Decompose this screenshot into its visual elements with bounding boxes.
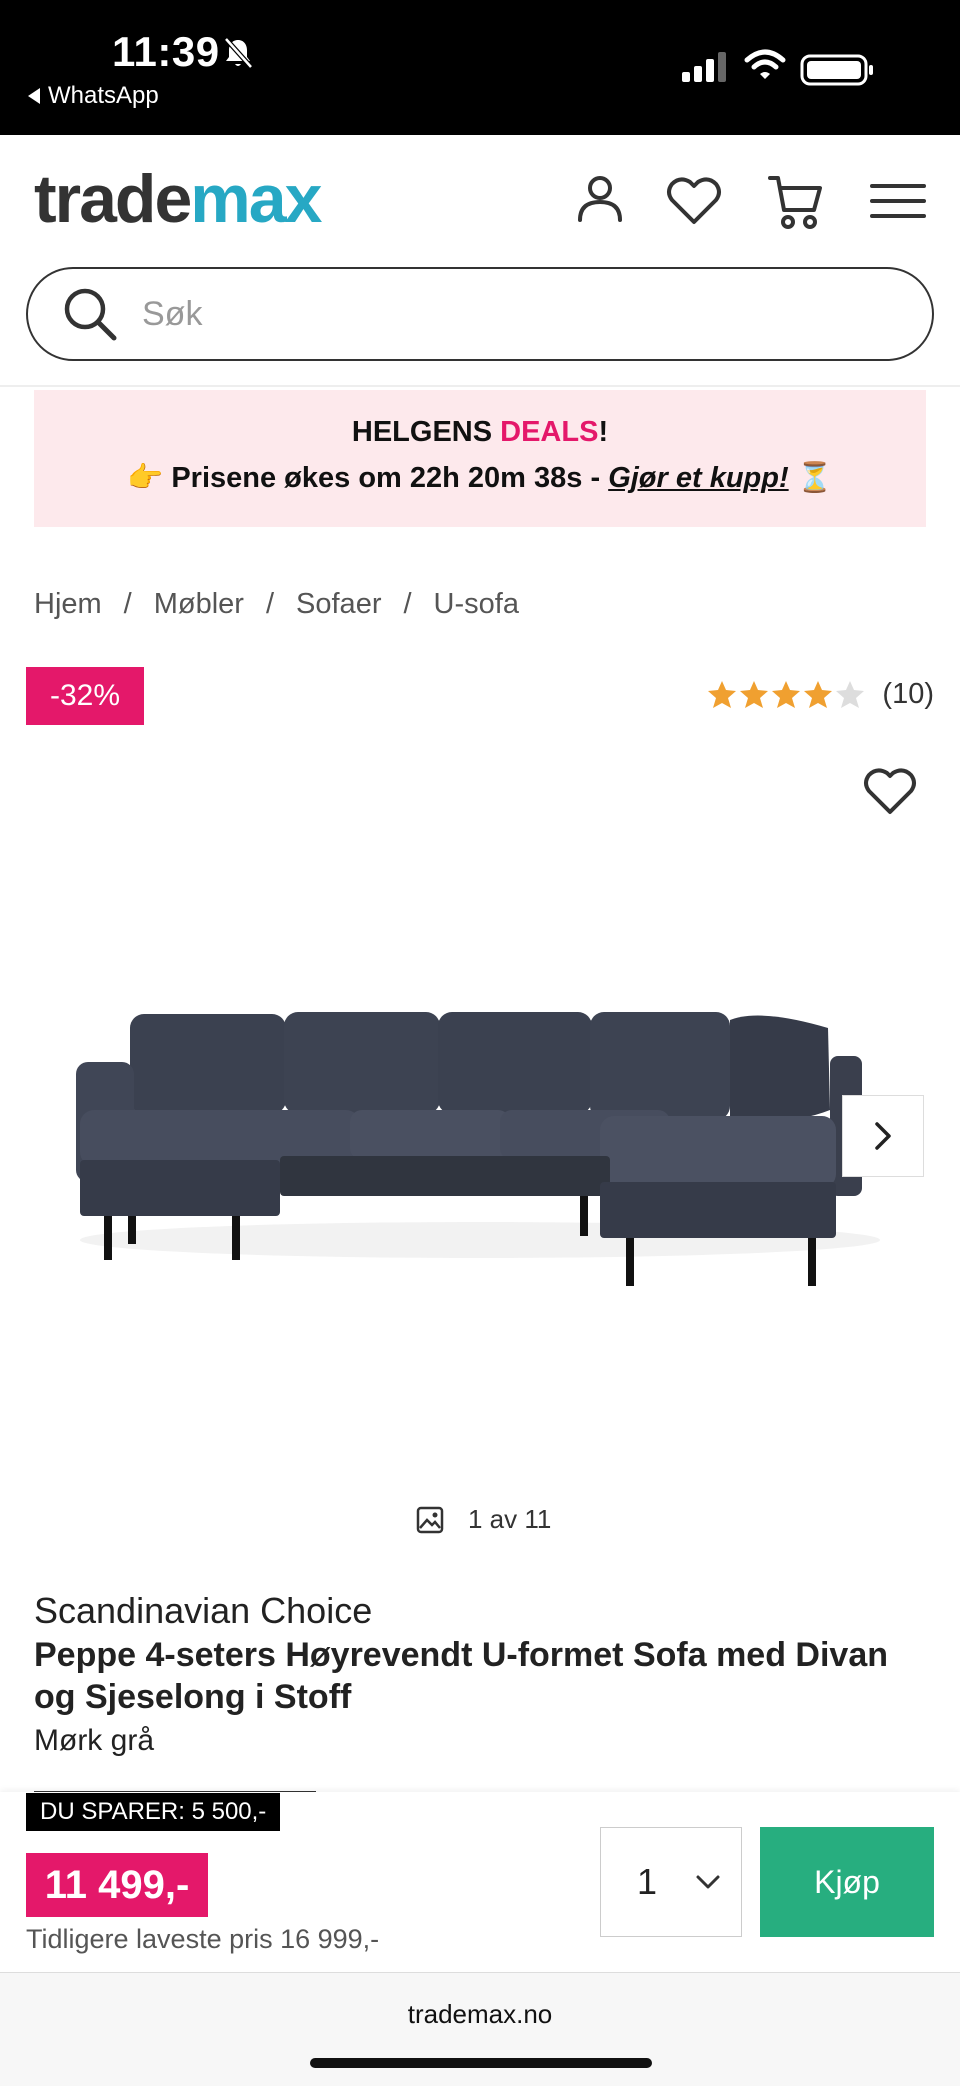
menu-icon[interactable] <box>868 170 928 232</box>
quantity-value: 1 <box>637 1861 658 1902</box>
promo-countdown: 👉 Prisene økes om 22h 20m 38s - Gjør et … <box>127 460 833 494</box>
buy-button[interactable]: Kjøp <box>760 1827 934 1937</box>
previous-lowest-price: Tidligere laveste pris 16 999,- <box>26 1924 380 1954</box>
browser-url-bar[interactable]: trademax.no <box>0 1972 960 2086</box>
heart-icon[interactable] <box>664 170 724 232</box>
home-indicator[interactable] <box>310 2058 652 2068</box>
status-time: 11:39 <box>112 28 220 75</box>
promo-headline: HELGENS DEALS! <box>351 416 609 448</box>
chevron-down-icon <box>696 1875 720 1889</box>
breadcrumb-separator: / <box>123 588 132 620</box>
breadcrumb-separator: / <box>403 588 412 620</box>
price: 11 499,- <box>26 1853 208 1917</box>
product-color: Mørk grå <box>34 1724 154 1757</box>
back-app-label: WhatsApp <box>48 82 159 109</box>
trademax-logo[interactable]: trademax <box>34 165 322 233</box>
image-counter: 1 av 11 <box>416 1504 551 1535</box>
wifi-icon <box>744 49 786 79</box>
site-header: trademax <box>0 135 960 385</box>
status-bar: 11:39 WhatsApp <box>0 0 960 135</box>
product-title: Peppe 4-seters Høyrevendt U-formet Sofa … <box>34 1636 889 1716</box>
promo-banner: HELGENS DEALS! 👉 Prisene økes om 22h 20m… <box>34 390 926 527</box>
quantity-select[interactable]: 1 <box>600 1827 742 1937</box>
search-bar[interactable] <box>26 267 934 361</box>
account-icon[interactable] <box>570 170 630 232</box>
savings-label: DU SPARER: 5 500,- <box>26 1793 281 1831</box>
rating-count: (10) <box>882 678 934 710</box>
breadcrumb-item-u-sofa[interactable]: U-sofa <box>434 588 519 621</box>
wishlist-heart-icon[interactable] <box>862 764 918 816</box>
breadcrumb-separator: / <box>265 588 275 620</box>
product-image[interactable] <box>60 990 890 1310</box>
next-image-button[interactable] <box>842 1095 924 1177</box>
search-input[interactable] <box>142 294 842 334</box>
bell-muted-icon <box>224 37 253 69</box>
gallery-icon <box>416 1506 444 1533</box>
breadcrumb: Hjem / Møbler / Sofaer / U-sofa <box>34 588 519 621</box>
product-rating[interactable]: (10) <box>706 678 934 711</box>
hourglass-icon: ⏳ <box>796 460 833 494</box>
url-text: trademax.no <box>407 1999 553 2029</box>
breadcrumb-item-mobler[interactable]: Møbler <box>154 588 244 621</box>
chevron-right-icon <box>875 1122 891 1150</box>
product-brand[interactable]: Scandinavian Choice <box>34 1590 372 1632</box>
search-icon <box>64 288 117 341</box>
pointing-hand-icon: 👉 <box>127 460 164 494</box>
discount-badge: -32% <box>26 667 144 725</box>
back-arrow-icon <box>28 88 40 104</box>
back-to-app[interactable]: WhatsApp <box>28 82 159 110</box>
image-counter-text: 1 av 11 <box>468 1504 552 1534</box>
rating-stars-icon <box>708 680 865 708</box>
breadcrumb-item-hjem[interactable]: Hjem <box>34 588 102 621</box>
cart-icon[interactable] <box>766 170 826 232</box>
cellular-signal-icon <box>682 52 726 82</box>
header-divider <box>0 385 960 387</box>
battery-icon <box>800 54 873 86</box>
promo-link[interactable]: Gjør et kupp! <box>608 462 788 494</box>
breadcrumb-item-sofaer[interactable]: Sofaer <box>296 588 381 621</box>
